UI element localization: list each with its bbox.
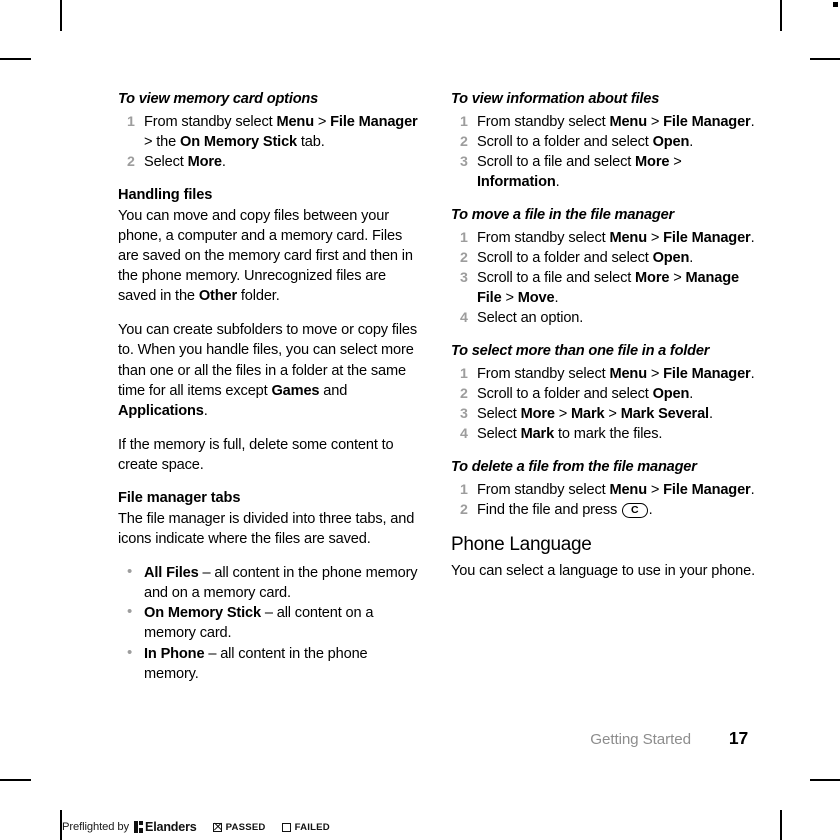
step-item: Select Mark to mark the files. bbox=[460, 424, 663, 444]
step-item: Scroll to a folder and select Open. bbox=[460, 384, 694, 404]
step-item: Select More > Mark > Mark Several. bbox=[460, 404, 713, 424]
step-item: Select an option. bbox=[460, 308, 584, 328]
crop-mark-top-left-horizontal bbox=[0, 58, 31, 60]
procedure-title-move-a-file: To move a file in the file manager bbox=[451, 207, 674, 224]
preflight-failed-state: FAILED bbox=[281, 821, 330, 833]
list-item: All Files – all content in the phone mem… bbox=[118, 562, 418, 603]
footer-section-name: Getting Started bbox=[590, 731, 691, 748]
crop-mark-bottom-right-horizontal bbox=[810, 779, 840, 781]
section-heading-file-manager-tabs: File manager tabs bbox=[118, 490, 241, 507]
checked-box-icon bbox=[212, 822, 222, 832]
steps-view-memory-card-options: From standby select Menu > File Manager … bbox=[118, 112, 418, 172]
step-item: Select More. bbox=[127, 152, 226, 172]
step-item: From standby select Menu > File Manager. bbox=[460, 112, 755, 132]
section-heading-handling-files: Handling files bbox=[118, 186, 213, 203]
registration-square-icon bbox=[833, 2, 838, 7]
paragraph-phone-language: You can select a language to use in your… bbox=[451, 562, 755, 579]
procedure-title-delete-a-file: To delete a file from the file manager bbox=[451, 459, 697, 476]
crop-mark-top-right-vertical bbox=[780, 0, 782, 31]
step-item: From standby select Menu > File Manager. bbox=[460, 364, 755, 384]
paragraph-handling-files-3: If the memory is full, delete some conte… bbox=[118, 436, 394, 473]
document-page: To view memory card options From standby… bbox=[0, 0, 840, 840]
steps-view-information-about-files: From standby select Menu > File Manager.… bbox=[451, 112, 761, 192]
preflight-prefix-label: Preflighted by bbox=[62, 821, 130, 833]
preflight-passed-state: PASSED bbox=[212, 821, 266, 833]
procedure-title-select-more-than-one-file: To select more than one file in a folder bbox=[451, 343, 710, 360]
page-columns: To view memory card options From standby… bbox=[0, 90, 840, 698]
left-column: To view memory card options From standby… bbox=[118, 90, 418, 698]
paragraph-handling-files-1: You can move and copy files between your… bbox=[118, 207, 413, 305]
steps-move-a-file: From standby select Menu > File Manager.… bbox=[451, 228, 761, 329]
list-item: On Memory Stick – all content on a memor… bbox=[118, 602, 418, 643]
preflight-passed-label: PASSED bbox=[225, 821, 266, 833]
steps-delete-a-file: From standby select Menu > File Manager.… bbox=[451, 480, 761, 520]
paragraph-file-manager-tabs-intro: The file manager is divided into three t… bbox=[118, 511, 415, 548]
crop-mark-top-right-horizontal bbox=[810, 58, 840, 60]
elanders-brand-label: Elanders bbox=[145, 820, 197, 834]
step-item: From standby select Menu > File Manager. bbox=[460, 480, 755, 500]
preflight-stamp: Preflighted by Elanders PASSED FAILED bbox=[62, 818, 330, 836]
empty-box-icon bbox=[281, 822, 291, 832]
step-item: From standby select Menu > File Manager. bbox=[460, 228, 755, 248]
page-footer: Getting Started 17 bbox=[0, 728, 840, 749]
step-item: Scroll to a file and select More > Infor… bbox=[460, 152, 682, 190]
elanders-mark-icon bbox=[134, 821, 144, 833]
procedure-title-view-memory-card-options: To view memory card options bbox=[118, 91, 319, 107]
list-item: In Phone – all content in the phone memo… bbox=[118, 643, 418, 684]
page-number: 17 bbox=[728, 728, 748, 748]
paragraph-handling-files-2: You can create subfolders to move or cop… bbox=[118, 322, 418, 419]
section-heading-phone-language: Phone Language bbox=[451, 534, 592, 556]
step-item: Scroll to a folder and select Open. bbox=[460, 248, 694, 268]
preflight-failed-label: FAILED bbox=[294, 821, 330, 833]
crop-mark-bottom-left-horizontal bbox=[0, 779, 31, 781]
right-column: To view information about files From sta… bbox=[451, 90, 761, 698]
step-item: From standby select Menu > File Manager … bbox=[127, 112, 418, 150]
procedure-title-view-information-about-files: To view information about files bbox=[451, 91, 660, 107]
steps-select-more-than-one-file: From standby select Menu > File Manager.… bbox=[451, 364, 761, 444]
step-item: Scroll to a file and select More > Manag… bbox=[460, 268, 739, 306]
step-item: Scroll to a folder and select Open. bbox=[460, 132, 694, 152]
bullet-list-file-manager-tabs: All Files – all content in the phone mem… bbox=[118, 562, 418, 684]
step-item: Find the file and press C. bbox=[460, 500, 653, 520]
crop-mark-bottom-right-vertical bbox=[780, 810, 782, 840]
elanders-logo: Elanders bbox=[134, 820, 197, 834]
crop-mark-top-left-vertical bbox=[60, 0, 62, 31]
